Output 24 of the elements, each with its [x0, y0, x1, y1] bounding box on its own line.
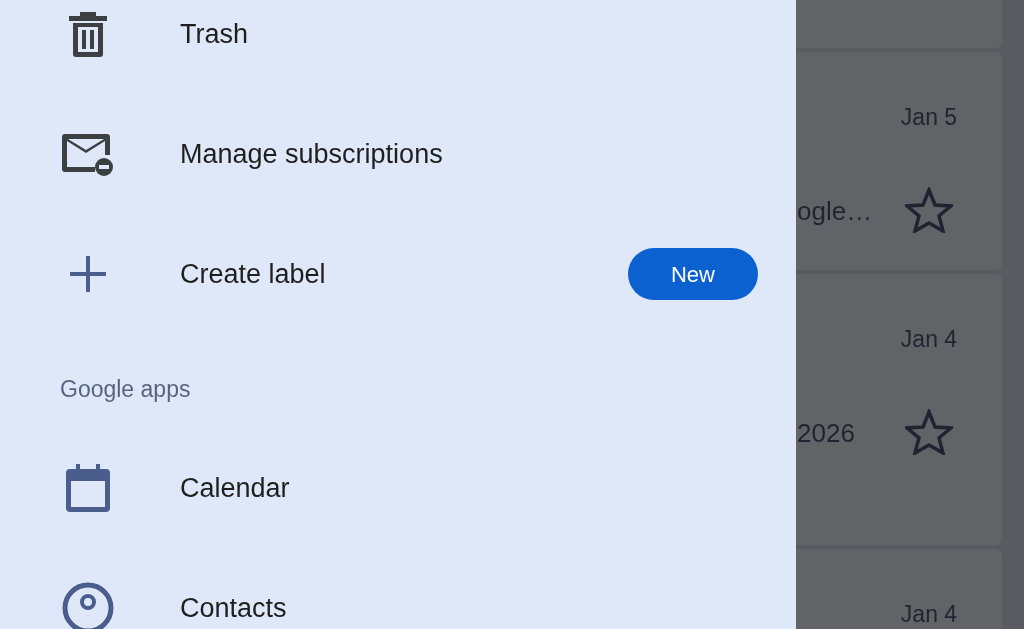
star-icon[interactable]	[905, 186, 953, 233]
item-label: Contacts	[180, 591, 288, 625]
drawer-item[interactable]: Manage subscriptions	[0, 94, 796, 214]
message-snippet: 2026	[797, 418, 855, 448]
message-date: Jan 5	[900, 103, 958, 132]
item-label: Manage subscriptions	[180, 137, 444, 171]
section-heading: Google apps	[60, 374, 191, 404]
drawer-item[interactable]: Contacts	[0, 548, 796, 629]
item-label: Calendar	[180, 471, 291, 505]
message-date: Jan 4	[900, 600, 958, 629]
calendar-icon	[65, 463, 111, 513]
mail-minus-icon	[61, 131, 115, 177]
drawer-item[interactable]: Calendar	[0, 428, 796, 548]
new-badge: New	[628, 248, 758, 300]
plus-icon	[69, 255, 107, 293]
item-label: Trash	[180, 17, 249, 51]
drawer-item[interactable]: Trash	[0, 0, 796, 94]
item-label: Create label	[180, 257, 327, 291]
contacts-icon	[62, 582, 114, 629]
message-snippet: ogle…	[797, 196, 873, 226]
message-date: Jan 4	[900, 325, 958, 354]
star-icon[interactable]	[905, 408, 953, 455]
trash-icon	[67, 10, 109, 58]
drawer-item[interactable]: Create label New	[0, 214, 796, 334]
